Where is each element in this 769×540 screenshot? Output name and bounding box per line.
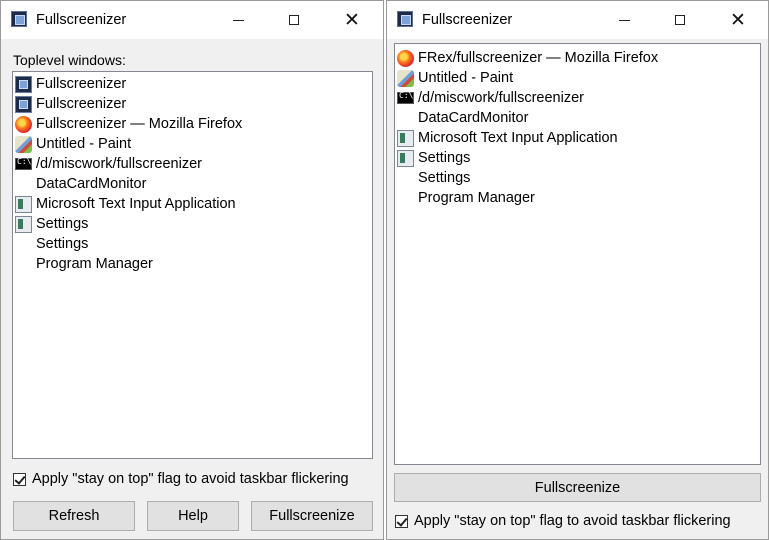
list-item-label: Settings: [418, 150, 471, 166]
help-button[interactable]: Help: [147, 501, 239, 531]
blank-icon: [397, 190, 414, 207]
title-bar[interactable]: Fullscreenizer ✕: [387, 1, 768, 39]
stay-on-top-label: Apply "stay on top" flag to avoid taskba…: [32, 471, 349, 487]
list-item[interactable]: Settings: [395, 168, 760, 188]
window-title: Fullscreenizer: [422, 12, 513, 28]
app-icon: [11, 11, 27, 27]
list-item[interactable]: Untitled - Paint: [395, 68, 760, 88]
refresh-button[interactable]: Refresh: [13, 501, 135, 531]
list-item-label: Program Manager: [36, 256, 153, 272]
stay-on-top-checkbox[interactable]: [395, 514, 408, 528]
list-item[interactable]: FRex/fullscreenizer — Mozilla Firefox: [395, 48, 760, 68]
title-bar[interactable]: Fullscreenizer ✕: [1, 1, 383, 39]
list-item-label: Microsoft Text Input Application: [418, 130, 618, 146]
list-item[interactable]: Fullscreenizer — Mozilla Firefox: [13, 114, 372, 134]
list-item-label: /d/miscwork/fullscreenizer: [418, 90, 584, 106]
list-item[interactable]: DataCardMonitor: [395, 108, 760, 128]
list-item[interactable]: DataCardMonitor: [13, 174, 372, 194]
blank-icon: [397, 170, 414, 187]
fullscreenizer-icon: [15, 75, 32, 93]
blank-icon: [15, 256, 32, 273]
stay-on-top-label: Apply "stay on top" flag to avoid taskba…: [414, 513, 731, 529]
list-item[interactable]: Fullscreenizer: [13, 74, 372, 94]
command-prompt-icon: [15, 157, 36, 170]
list-item-label: Untitled - Paint: [418, 70, 514, 86]
list-item[interactable]: Program Manager: [395, 188, 760, 208]
list-item[interactable]: Untitled - Paint: [13, 134, 372, 154]
stay-on-top-checkbox-row[interactable]: Apply "stay on top" flag to avoid taskba…: [13, 471, 349, 487]
list-item-label: DataCardMonitor: [418, 110, 529, 126]
list-item[interactable]: Fullscreenizer: [13, 94, 372, 114]
ms-app-icon: [15, 195, 32, 213]
fullscreenize-button[interactable]: Fullscreenize: [394, 473, 761, 502]
ms-app-icon: [15, 215, 32, 233]
minimize-button[interactable]: [215, 1, 261, 39]
list-item-label: Fullscreenizer: [36, 96, 127, 112]
list-item[interactable]: /d/miscwork/fullscreenizer: [395, 88, 760, 108]
list-item-label: Fullscreenizer: [36, 76, 127, 92]
blank-icon: [15, 236, 32, 253]
close-button[interactable]: ✕: [329, 1, 375, 39]
paint-icon: [397, 69, 414, 87]
list-item[interactable]: Program Manager: [13, 254, 372, 274]
list-item-label: Settings: [36, 216, 89, 232]
ms-app-icon: [397, 149, 414, 167]
firefox-icon: [15, 115, 32, 133]
list-item[interactable]: /d/miscwork/fullscreenizer: [13, 154, 372, 174]
list-item-label: Fullscreenizer — Mozilla Firefox: [36, 116, 243, 132]
blank-icon: [15, 176, 32, 193]
list-item[interactable]: Settings: [13, 214, 372, 234]
list-item-label: Microsoft Text Input Application: [36, 196, 236, 212]
list-item-label: Program Manager: [418, 190, 535, 206]
list-item-label: DataCardMonitor: [36, 176, 147, 192]
command-prompt-icon: [397, 91, 418, 104]
stay-on-top-checkbox-row[interactable]: Apply "stay on top" flag to avoid taskba…: [395, 513, 731, 529]
left-window: Fullscreenizer ✕ Toplevel windows: Fulls…: [0, 0, 384, 540]
list-item-label: FRex/fullscreenizer — Mozilla Firefox: [418, 50, 659, 66]
window-title: Fullscreenizer: [36, 12, 127, 28]
minimize-icon: [232, 19, 244, 21]
stay-on-top-checkbox[interactable]: [13, 472, 26, 486]
firefox-icon: [397, 49, 414, 67]
blank-icon: [397, 110, 414, 127]
maximize-icon: [675, 15, 685, 25]
right-window: Fullscreenizer ✕ FRex/fullscreenizer — M…: [386, 0, 769, 540]
list-item-label: Untitled - Paint: [36, 136, 132, 152]
ms-app-icon: [397, 129, 414, 147]
list-item[interactable]: Microsoft Text Input Application: [13, 194, 372, 214]
minimize-button[interactable]: [601, 1, 647, 39]
list-item-label: Settings: [418, 170, 471, 186]
close-icon: ✕: [344, 8, 360, 31]
list-item[interactable]: Settings: [13, 234, 372, 254]
app-icon: [397, 11, 413, 27]
paint-icon: [15, 135, 32, 153]
maximize-button[interactable]: [657, 1, 703, 39]
toplevel-windows-label: Toplevel windows:: [13, 52, 126, 68]
fullscreenize-button[interactable]: Fullscreenize: [251, 501, 373, 531]
close-icon: ✕: [730, 8, 746, 31]
list-item-label: Settings: [36, 236, 89, 252]
list-item[interactable]: Settings: [395, 148, 760, 168]
close-button[interactable]: ✕: [715, 1, 761, 39]
fullscreenizer-icon: [15, 95, 32, 113]
list-item[interactable]: Microsoft Text Input Application: [395, 128, 760, 148]
maximize-button[interactable]: [271, 1, 317, 39]
window-list[interactable]: Fullscreenizer Fullscreenizer Fullscreeniz…: [12, 71, 373, 459]
maximize-icon: [289, 15, 299, 25]
list-item-label: /d/miscwork/fullscreenizer: [36, 156, 202, 172]
window-list[interactable]: FRex/fullscreenizer — Mozilla Firefox Unt…: [394, 43, 761, 465]
minimize-icon: [618, 19, 630, 21]
